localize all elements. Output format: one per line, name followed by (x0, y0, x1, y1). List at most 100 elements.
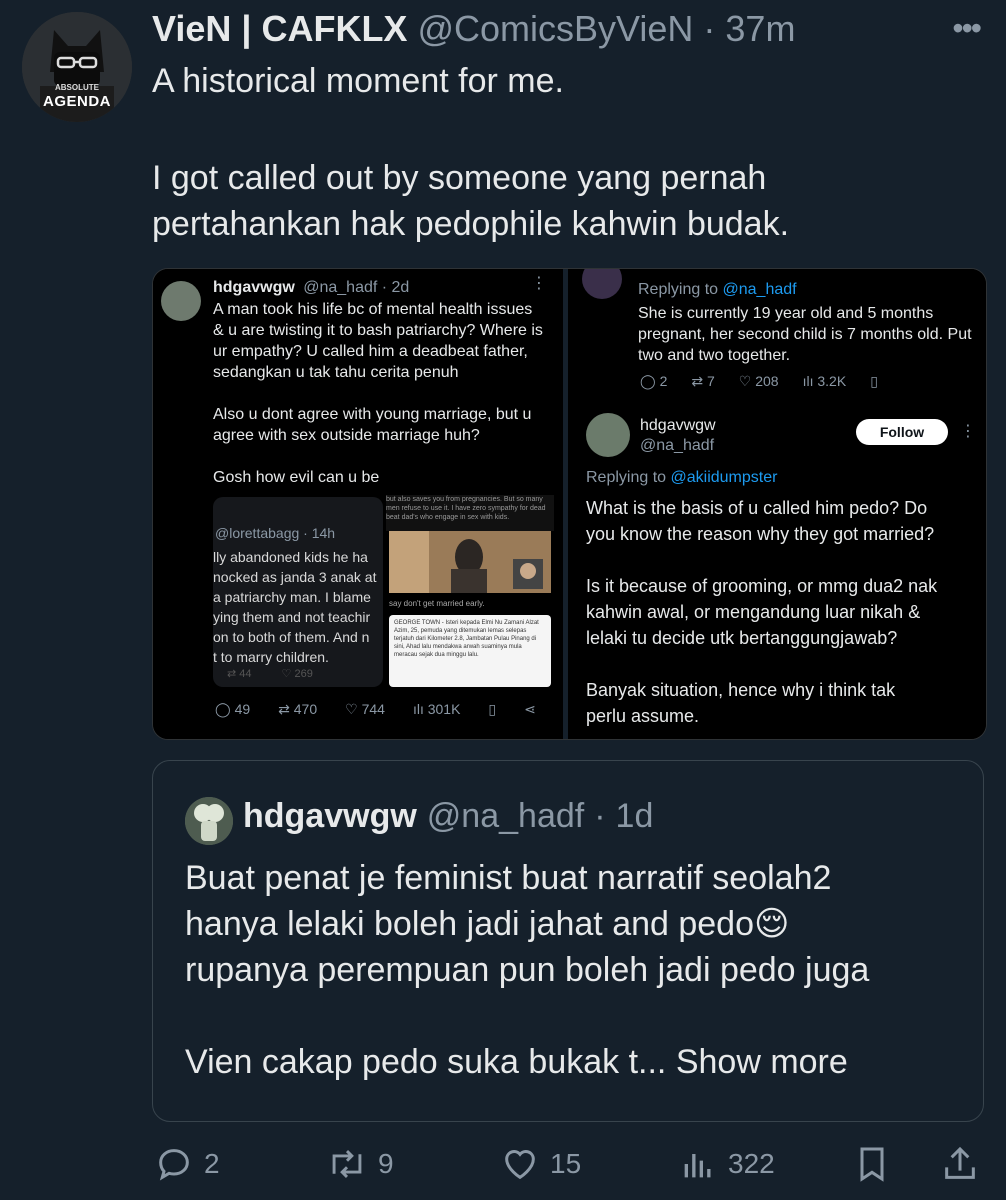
bookmark-icon (860, 1147, 884, 1182)
media-left-retweet-stat: ⇄ 470 (278, 701, 318, 717)
tweet-text-line-1: A historical moment for me. (152, 62, 564, 100)
tweet-header: VieN | CAFKLX @ComicsByVieN · 37m (152, 6, 795, 52)
follow-button: Follow (856, 419, 948, 445)
media-right-top-like-count: 208 (755, 373, 779, 389)
embedded-quote-line: t to marry children. (213, 649, 329, 665)
media-right-line: you know the reason why they got married… (586, 524, 935, 544)
views-icon (684, 1154, 711, 1178)
quote-line-4: Vien cakap pedo suka bukak t... (185, 1043, 667, 1081)
quote-line-1: Buat penat je feminist buat narratif seo… (185, 859, 832, 897)
embedded-news-caption: say don't get married early. (389, 599, 485, 608)
embedded-quote-line: nocked as janda 3 anak at (213, 569, 377, 585)
author-avatar[interactable]: ABSOLUTE AGENDA (22, 12, 132, 122)
media-left-bookmark-icon: ▯ (488, 701, 497, 717)
share-button[interactable] (940, 1144, 980, 1189)
embedded-quote-body: lly abandoned kids he ha nocked as janda… (213, 547, 383, 667)
embedded-quote-line: on to both of them. And n (213, 629, 370, 645)
media-left-line: agree with sex outside marriage huh? (213, 427, 480, 444)
media-right-gap (586, 651, 986, 677)
embedded-quote-line: lly abandoned kids he ha (213, 549, 368, 565)
author-name[interactable]: VieN | CAFKLX (152, 8, 407, 50)
media-right-top-replying: Replying to @na_hadf (638, 279, 797, 300)
bookmark-button[interactable] (852, 1144, 892, 1189)
header-separator: · (703, 8, 716, 49)
media-right-line: perlu assume. (586, 706, 700, 726)
media-left-like-count: 744 (361, 701, 385, 717)
retweet-icon (332, 1150, 362, 1178)
more-icon[interactable]: ••• (952, 10, 982, 47)
media-left-line: sedangkan u tak tahu cerita penuh (213, 364, 459, 381)
media-right-line: Banyak situation, hence why i think tak (586, 680, 896, 700)
author-handle[interactable]: @ComicsByVieN (417, 8, 693, 50)
media-left-gap (213, 446, 558, 467)
quote-avatar-illustration (185, 797, 233, 845)
embedded-photo-illustration (389, 531, 551, 593)
quote-line-4-wrap: Vien cakap pedo suka bukak t... Show mor… (185, 1039, 869, 1085)
embedded-quote-stats: ⇄ 44 ♡ 269 (227, 667, 313, 680)
media-left-name: hdgavwgw (213, 279, 295, 296)
media-right-top-retweet-stat: ⇄ 7 (691, 373, 715, 389)
like-count: 15 (550, 1148, 582, 1179)
embedded-retweet-count: 44 (239, 668, 252, 680)
reply-count: 2 (204, 1148, 220, 1179)
embedded-quote-line: ying them and not teachir (213, 609, 371, 625)
tweet-text-line-2: I got called out by someone yang pernah (152, 159, 767, 197)
media-left-line: A man took his life bc of mental health … (213, 301, 533, 318)
show-more-link[interactable]: Show more (676, 1043, 848, 1081)
quote-author-handle: @na_hadf (426, 797, 585, 835)
quote-line-3: rupanya perempuan pun boleh jadi pedo ju… (185, 951, 870, 989)
media-left-body: A man took his life bc of mental health … (213, 299, 558, 488)
embedded-retweet-stat: ⇄ 44 (227, 668, 252, 680)
views-count: 322 (728, 1148, 775, 1179)
media-left-screenshot[interactable]: hdgavwgw @na_hadf · 2d ⋮ A man took his … (153, 269, 563, 739)
tweet-timestamp[interactable]: 37m (725, 8, 795, 50)
media-right-avatar (586, 413, 630, 457)
quote-header: hdgavwgw @na_hadf · 1d (243, 797, 653, 836)
media-right-name: hdgavwgw (640, 417, 716, 434)
media-right-top-replying-label: Replying to (638, 281, 723, 298)
media-left-more-icon: ⋮ (531, 275, 547, 292)
like-button[interactable]: 15 (500, 1144, 581, 1184)
media-left-handle: @na_hadf · 2d (303, 279, 410, 296)
views-button[interactable]: 322 (678, 1144, 775, 1184)
media-right-handle: @na_hadf (640, 437, 715, 454)
quote-avatar (185, 797, 233, 845)
reply-button[interactable]: 2 (154, 1144, 220, 1184)
media-right-top-stats: ◯ 2 ⇄ 7 ♡ 208 ılı 3.2K ▯ (640, 373, 878, 390)
media-left-reply-count: 49 (234, 701, 251, 717)
media-right-line: Is it because of grooming, or mmg dua2 n… (586, 576, 938, 596)
media-left-avatar (161, 281, 201, 321)
avatar-small-text: ABSOLUTE (55, 83, 99, 92)
media-right-top-views-stat: ılı 3.2K (802, 373, 847, 389)
retweet-count: 9 (378, 1148, 394, 1179)
media-right-line: kahwin awal, or mengandung luar nikah & (586, 602, 921, 622)
share-icon (945, 1146, 975, 1179)
retweet-button[interactable]: 9 (326, 1144, 394, 1184)
media-left-share-icon: ⋖ (524, 701, 536, 717)
media-right-top-line: pregnant, her second child is 7 months o… (638, 326, 972, 343)
avatar-text: AGENDA (42, 93, 111, 110)
media-right-line: What is the basis of u called him pedo? … (586, 498, 928, 518)
media-right-screenshot[interactable]: Replying to @na_hadf She is currently 19… (568, 269, 986, 739)
media-right-replying-label: Replying to (586, 469, 671, 486)
quote-line-2: hanya lelaki boleh jadi jahat and pedo (185, 905, 755, 943)
tweet-text-line-3: pertahankan hak pedophile kahwin budak. (152, 205, 790, 243)
quoted-tweet[interactable]: hdgavwgw @na_hadf · 1d Buat penat je fem… (152, 760, 984, 1122)
media-left-line: Also u dont agree with young marriage, b… (213, 406, 532, 423)
embedded-quote: @lorettabagg · 14h lly abandoned kids he… (213, 497, 383, 687)
media-right-gap (586, 547, 986, 573)
quote-body: Buat penat je feminist buat narratif seo… (185, 855, 869, 1085)
media-left-line: ur empathy? U called him a deadbeat fath… (213, 343, 528, 360)
quote-gap (185, 993, 869, 1039)
quote-line-2-wrap: hanya lelaki boleh jadi jahat and pedo😌 (185, 901, 869, 947)
media-right-top-retweet-count: 7 (706, 373, 715, 389)
media-right-top-bookmark-icon: ▯ (870, 373, 878, 389)
reply-icon (159, 1149, 189, 1181)
media-right-replying: Replying to @akiidumpster (586, 467, 777, 488)
media-left-line: & u are twisting it to bash patriarchy? … (213, 322, 543, 339)
media-left-like-stat: ♡ 744 (345, 701, 385, 717)
tweet-media[interactable]: hdgavwgw @na_hadf · 2d ⋮ A man took his … (152, 268, 987, 740)
embedded-top-snippet: but also saves you from pregnancies. But… (386, 495, 554, 531)
media-right-more-icon: ⋮ (960, 423, 976, 440)
media-right-top-like-stat: ♡ 208 (738, 373, 779, 389)
